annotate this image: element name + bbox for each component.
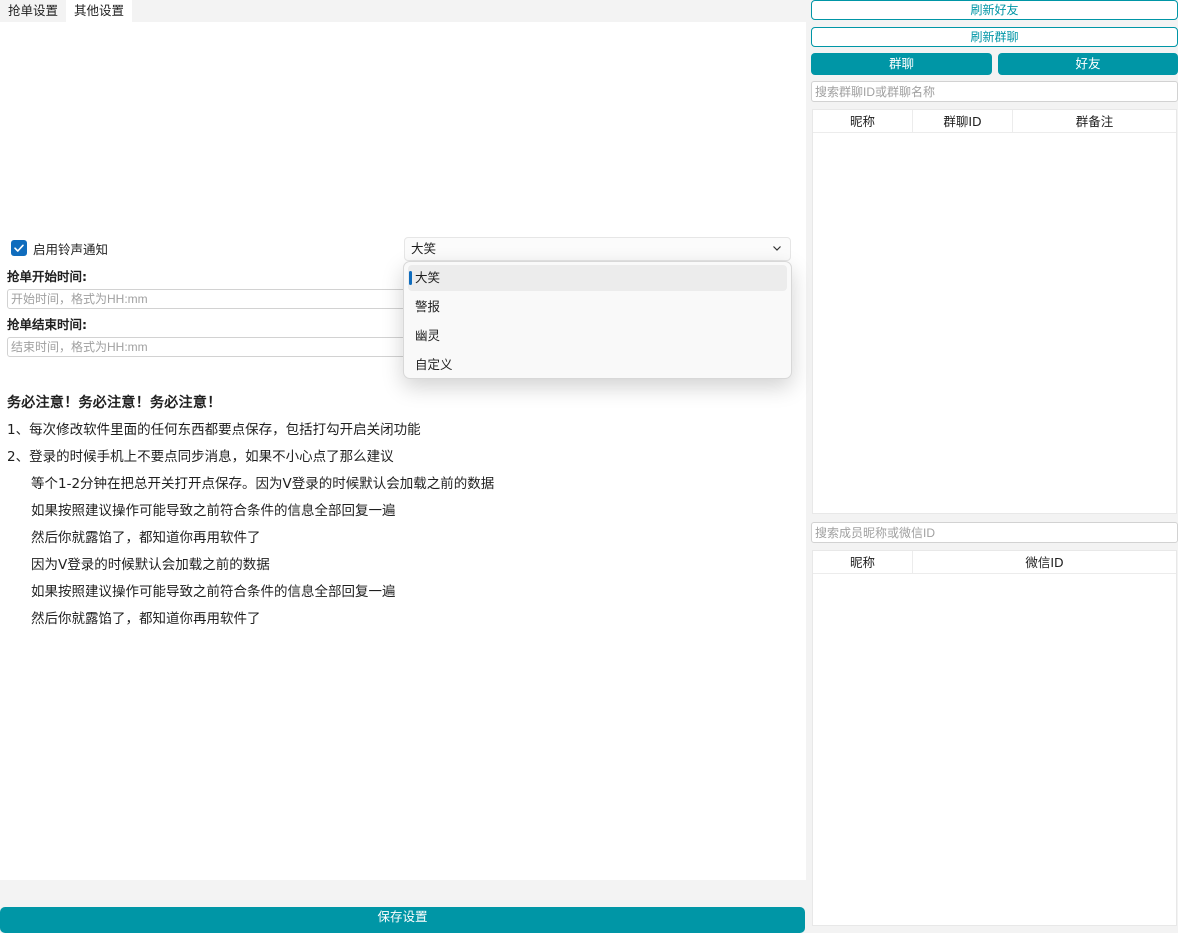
- sound-option[interactable]: 幽灵: [408, 323, 787, 349]
- chevron-down-icon: [773, 246, 781, 251]
- friends-button[interactable]: 好友: [998, 53, 1178, 75]
- group-chat-button[interactable]: 群聊: [811, 53, 992, 75]
- tab-bar: 抢单设置 其他设置: [0, 0, 806, 22]
- notice-line: 2、登录的时候手机上不要点同步消息，如果不小心点了那么建议: [7, 449, 394, 465]
- save-settings-button[interactable]: 保存设置: [0, 907, 805, 933]
- group-table-header: 昵称 群聊ID 群备注: [813, 110, 1176, 133]
- column-header-wechat-id[interactable]: 微信ID: [913, 551, 1176, 573]
- sound-option[interactable]: 警报: [408, 294, 787, 320]
- notice-line: 然后你就露馅了，都知道你再用软件了: [31, 530, 261, 546]
- sound-select-value: 大笑: [411, 241, 437, 256]
- sound-dropdown-menu: 大笑 警报 幽灵 自定义: [403, 261, 792, 379]
- refresh-groups-button[interactable]: 刷新群聊: [811, 27, 1178, 47]
- notice-line: 等个1-2分钟在把总开关打开点保存。因为V登录的时候默认会加载之前的数据: [31, 476, 495, 492]
- member-table-header: 昵称 微信ID: [813, 551, 1176, 574]
- tab-other-settings[interactable]: 其他设置: [66, 0, 133, 22]
- settings-panel: 抢单设置 其他设置 启用铃声通知 大笑 抢单开始时间: 抢单结束时间: 务必注意…: [0, 0, 806, 933]
- checkmark-icon: [14, 244, 24, 252]
- member-search-input[interactable]: [811, 522, 1178, 543]
- sound-option[interactable]: 大笑: [408, 265, 787, 291]
- ring-notification-checkbox[interactable]: 启用铃声通知: [11, 239, 108, 257]
- sound-select[interactable]: 大笑: [404, 237, 791, 261]
- group-search-input[interactable]: [811, 81, 1178, 102]
- start-time-input[interactable]: [7, 289, 447, 309]
- notice-line: 然后你就露馅了，都知道你再用软件了: [31, 611, 261, 627]
- start-time-label: 抢单开始时间:: [7, 269, 87, 284]
- column-header-nickname[interactable]: 昵称: [813, 110, 913, 132]
- refresh-friends-button[interactable]: 刷新好友: [811, 0, 1178, 20]
- ring-notification-label: 启用铃声通知: [33, 241, 109, 257]
- column-header-group-remark[interactable]: 群备注: [1013, 110, 1176, 132]
- notice-line: 如果按照建议操作可能导致之前符合条件的信息全部回复一遍: [31, 503, 396, 519]
- end-time-label: 抢单结束时间:: [7, 317, 87, 332]
- checkbox-checked-icon[interactable]: [11, 240, 27, 256]
- column-header-nickname[interactable]: 昵称: [813, 551, 913, 573]
- tab-grab-settings[interactable]: 抢单设置: [0, 0, 66, 22]
- notice-line: 1、每次修改软件里面的任何东西都要点保存，包括打勾开启关闭功能: [7, 422, 421, 438]
- sound-option[interactable]: 自定义: [408, 352, 787, 378]
- notice-line: 因为V登录的时候默认会加载之前的数据: [31, 557, 270, 573]
- member-table: 昵称 微信ID: [812, 550, 1177, 926]
- end-time-input[interactable]: [7, 337, 447, 357]
- notice-block: 务必注意！务必注意！务必注意！ 1、每次修改软件里面的任何东西都要点保存，包括打…: [7, 393, 787, 636]
- contacts-panel: 刷新好友 刷新群聊 群聊 好友 昵称 群聊ID 群备注 昵称 微信ID: [810, 0, 1178, 926]
- group-table: 昵称 群聊ID 群备注: [812, 109, 1177, 514]
- column-header-group-id[interactable]: 群聊ID: [913, 110, 1013, 132]
- notice-title: 务必注意！务必注意！务必注意！: [7, 395, 222, 411]
- notice-line: 如果按照建议操作可能导致之前符合条件的信息全部回复一遍: [31, 584, 396, 600]
